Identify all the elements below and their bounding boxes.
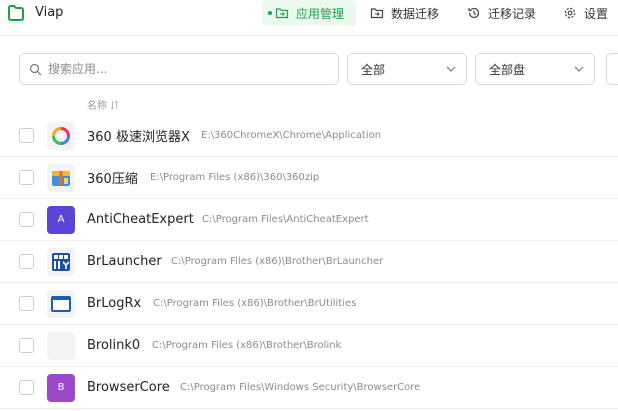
disk-select[interactable]: 全部盘 bbox=[475, 53, 595, 85]
window-icon bbox=[47, 289, 75, 318]
app-logo-icon bbox=[8, 5, 24, 21]
chevron-down-icon bbox=[574, 66, 584, 72]
app-path: C:\Program Files (x86)\Brother\BrLaunche… bbox=[171, 256, 384, 267]
table-row[interactable]: BrLauncher C:\Program Files (x86)\Brothe… bbox=[0, 241, 618, 283]
extra-filter-button[interactable] bbox=[606, 53, 618, 85]
tab-label: 应用管理 bbox=[296, 6, 345, 21]
gear-icon bbox=[564, 7, 576, 19]
app-path: C:\Program Files\Windows Security\Browse… bbox=[180, 382, 421, 393]
table-row[interactable]: 360压缩 E:\Program Files (x86)\360\360zip bbox=[0, 157, 618, 199]
tab-label: 数据迁移 bbox=[391, 6, 440, 21]
app-name: 360 极速浏览器X bbox=[87, 130, 190, 145]
table-row[interactable]: BrLogRx C:\Program Files (x86)\Brother\B… bbox=[0, 283, 618, 325]
app-name: BrowserCore bbox=[87, 380, 170, 395]
category-select[interactable]: 全部 bbox=[347, 53, 467, 85]
search-box[interactable] bbox=[19, 53, 339, 85]
history-icon bbox=[468, 7, 480, 19]
app-path: C:\Program Files\AntiCheatExpert bbox=[202, 214, 369, 225]
row-checkbox[interactable] bbox=[19, 380, 34, 395]
active-dot bbox=[268, 11, 272, 15]
row-checkbox[interactable] bbox=[19, 338, 34, 353]
app-letter: B bbox=[57, 382, 65, 393]
app-name: Brolink0 bbox=[87, 338, 141, 353]
app-name: AntiCheatExpert bbox=[87, 212, 194, 227]
table-row[interactable]: B BrowserCore C:\Program Files\Windows S… bbox=[0, 367, 618, 409]
letter-a-icon: A bbox=[47, 205, 75, 234]
app-name: BrLauncher bbox=[87, 254, 162, 269]
table-row[interactable]: 360 极速浏览器X E:\360ChromeX\Chrome\Applicat… bbox=[0, 115, 618, 157]
tab-migration-history[interactable]: 迁移记录 bbox=[467, 0, 536, 26]
row-checkbox[interactable] bbox=[19, 170, 34, 185]
tab-label: 设置 bbox=[584, 6, 609, 21]
tab-data-migration[interactable]: 数据迁移 bbox=[370, 0, 439, 26]
blank-icon bbox=[47, 331, 75, 360]
360-zip-icon bbox=[47, 163, 75, 192]
app-name: BrLogRx bbox=[87, 296, 142, 311]
row-checkbox[interactable] bbox=[19, 212, 34, 227]
column-header-label: 名称 bbox=[87, 101, 107, 112]
tab-label: 迁移记录 bbox=[488, 6, 537, 21]
app-title: Viap bbox=[35, 5, 64, 20]
row-checkbox[interactable] bbox=[19, 254, 34, 269]
folder-move-icon bbox=[275, 8, 289, 19]
app-path: E:\360ChromeX\Chrome\Application bbox=[201, 130, 382, 141]
search-input[interactable] bbox=[48, 62, 328, 76]
tab-app-management[interactable]: 应用管理 bbox=[262, 0, 357, 26]
chevron-down-icon bbox=[446, 66, 456, 72]
table-row[interactable]: A AntiCheatExpert C:\Program Files\AntiC… bbox=[0, 199, 618, 241]
brlauncher-icon bbox=[47, 247, 75, 276]
disk-select-value: 全部盘 bbox=[489, 62, 526, 77]
sort-icon bbox=[110, 99, 119, 110]
divider bbox=[0, 35, 618, 36]
table-row[interactable]: Brolink0 C:\Program Files (x86)\Brother\… bbox=[0, 325, 618, 367]
app-path: C:\Program Files (x86)\Brother\BrUtiliti… bbox=[153, 298, 357, 309]
search-icon bbox=[29, 63, 42, 75]
category-select-value: 全部 bbox=[361, 62, 386, 77]
app-path: E:\Program Files (x86)\360\360zip bbox=[150, 172, 320, 183]
360-browser-icon bbox=[47, 121, 75, 150]
top-bar: Viap 应用管理 数据迁移 迁移记录 设置 bbox=[0, 0, 618, 26]
column-header-name[interactable]: 名称 bbox=[87, 97, 119, 112]
tab-settings[interactable]: 设置 bbox=[563, 0, 608, 26]
app-path: C:\Program Files (x86)\Brother\Brolink bbox=[152, 340, 342, 351]
app-name: 360压缩 bbox=[87, 172, 138, 187]
letter-b-icon: B bbox=[47, 373, 75, 402]
row-checkbox[interactable] bbox=[19, 296, 34, 311]
app-letter: A bbox=[57, 214, 65, 225]
row-checkbox[interactable] bbox=[19, 128, 34, 143]
folder-transfer-icon bbox=[370, 8, 384, 19]
